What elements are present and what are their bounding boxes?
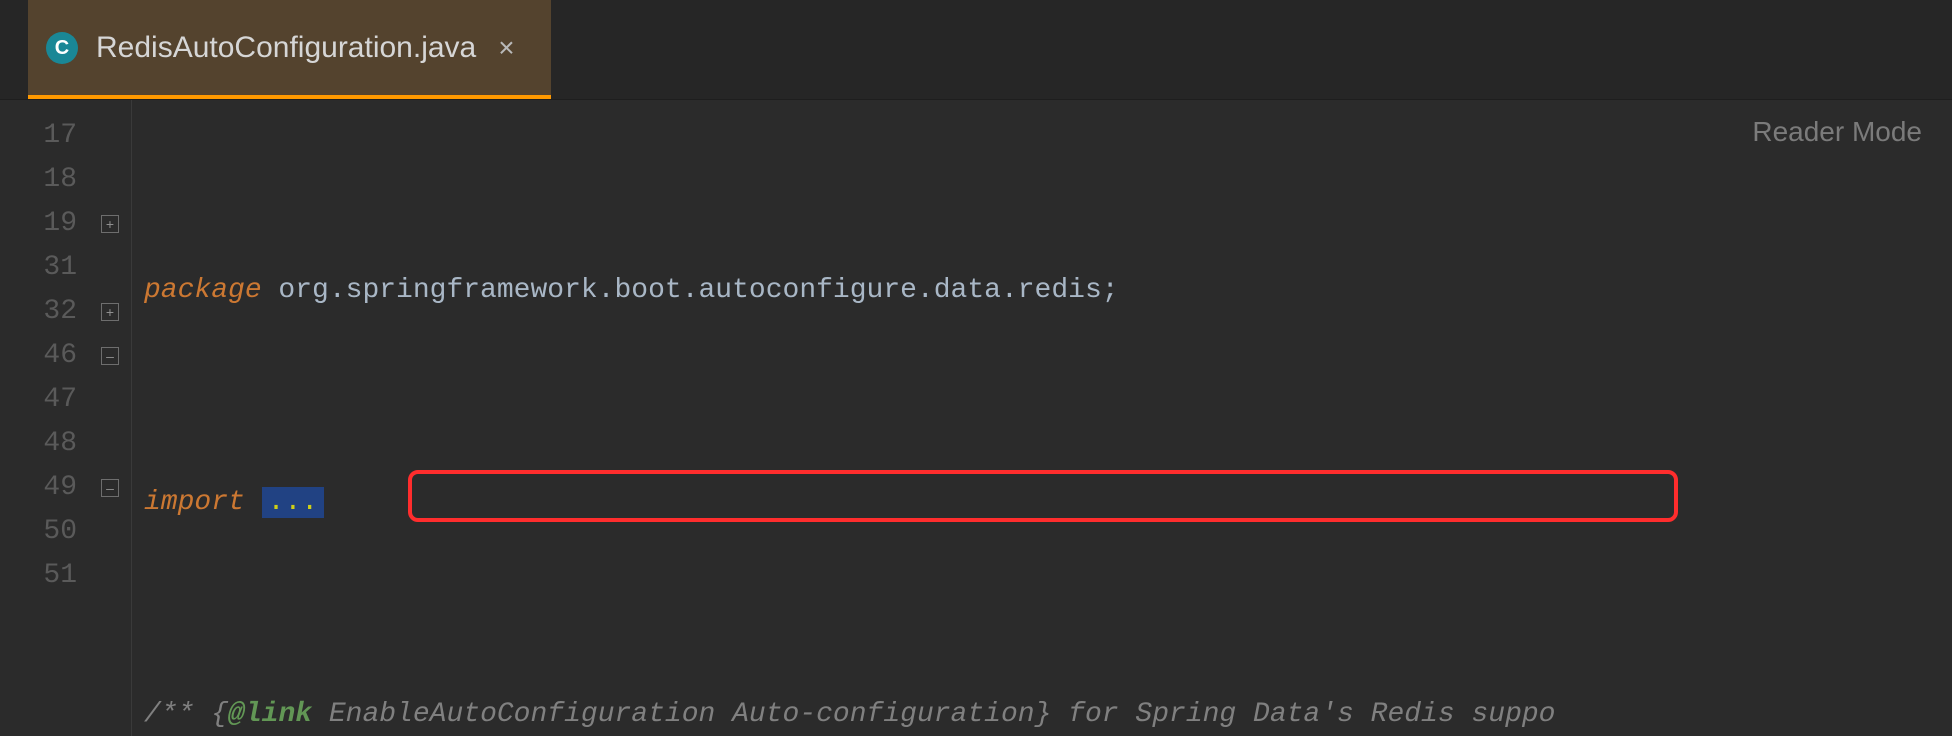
code-line[interactable] [144, 587, 1952, 631]
code-line[interactable]: /** {@link EnableAutoConfiguration Auto-… [144, 693, 1952, 736]
tabbar-spacer [0, 0, 28, 99]
line-number-gutter[interactable]: 17 18 19+ 31 32+ 46– 47 48 49– 50 51 [0, 100, 132, 736]
tab-title: RedisAutoConfiguration.java [96, 33, 476, 63]
fold-expand-icon[interactable]: + [101, 215, 119, 233]
editor-pane: 17 18 19+ 31 32+ 46– 47 48 49– 50 51 Rea… [0, 100, 1952, 736]
line-number[interactable]: 50 [0, 510, 131, 554]
fold-collapse-icon[interactable]: – [101, 479, 119, 497]
fold-expand-icon[interactable]: + [101, 303, 119, 321]
java-class-icon: C [46, 32, 78, 64]
line-number[interactable]: 47 [0, 378, 131, 422]
line-number[interactable]: 51 [0, 554, 131, 598]
line-number[interactable]: 48 [0, 422, 131, 466]
tab-bar: C RedisAutoConfiguration.java × [0, 0, 1952, 100]
line-number[interactable]: 18 [0, 158, 131, 202]
line-number[interactable]: 32+ [0, 290, 131, 334]
code-line[interactable]: package org.springframework.boot.autocon… [144, 269, 1952, 313]
folded-region[interactable]: ... [262, 487, 324, 518]
line-number[interactable]: 19+ [0, 202, 131, 246]
code-area[interactable]: Reader Mode package org.springframework.… [132, 100, 1952, 736]
code-line[interactable]: import ... [144, 481, 1952, 525]
close-icon[interactable]: × [494, 30, 518, 66]
line-number[interactable]: 17 [0, 114, 131, 158]
line-number[interactable]: 49– [0, 466, 131, 510]
reader-mode-toggle[interactable]: Reader Mode [1752, 118, 1922, 146]
code-line[interactable] [144, 375, 1952, 419]
line-number[interactable]: 31 [0, 246, 131, 290]
fold-collapse-icon[interactable]: – [101, 347, 119, 365]
line-number[interactable]: 46– [0, 334, 131, 378]
editor-tab[interactable]: C RedisAutoConfiguration.java × [28, 0, 551, 99]
